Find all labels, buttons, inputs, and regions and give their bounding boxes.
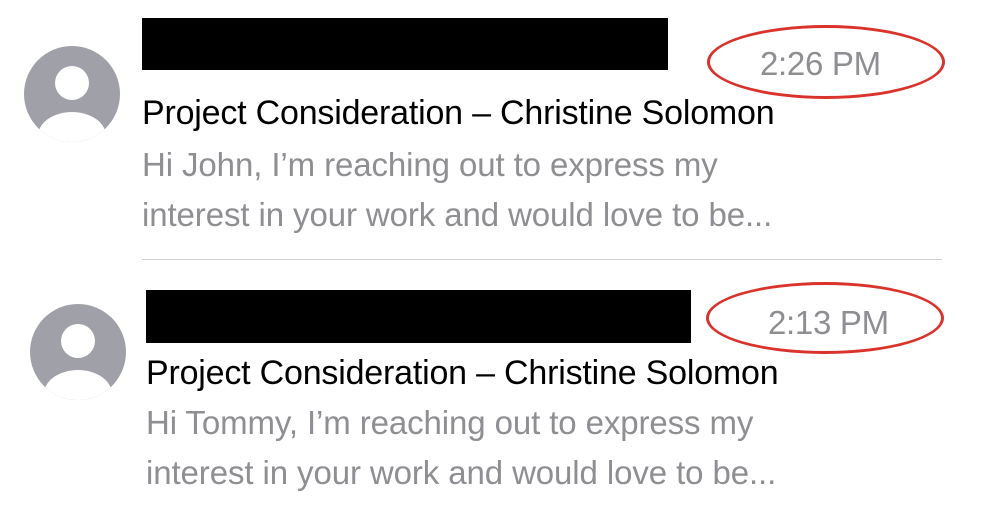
message-preview-line-1: Hi John, I’m reaching out to express my (142, 146, 718, 183)
message-preview-line-1: Hi Tommy, I’m reaching out to express my (146, 404, 754, 441)
redacted-sender (146, 290, 691, 343)
message-subject: Project Consideration – Christine Solomo… (146, 354, 779, 392)
message-row-2[interactable]: 2:13 PM Project Consideration – Christin… (0, 262, 988, 512)
message-time: 2:13 PM (768, 304, 889, 341)
message-preview-line-2: interest in your work and would love to … (146, 454, 777, 491)
message-row-1[interactable]: 2:26 PM Project Consideration – Christin… (0, 0, 988, 262)
person-placeholder-icon (30, 304, 126, 400)
message-separator (142, 259, 942, 260)
message-subject: Project Consideration – Christine Solomo… (142, 94, 775, 132)
person-placeholder-icon (24, 46, 120, 142)
message-preview-line-2: interest in your work and would love to … (142, 196, 773, 233)
message-time: 2:26 PM (760, 45, 881, 82)
redacted-sender (142, 18, 668, 70)
